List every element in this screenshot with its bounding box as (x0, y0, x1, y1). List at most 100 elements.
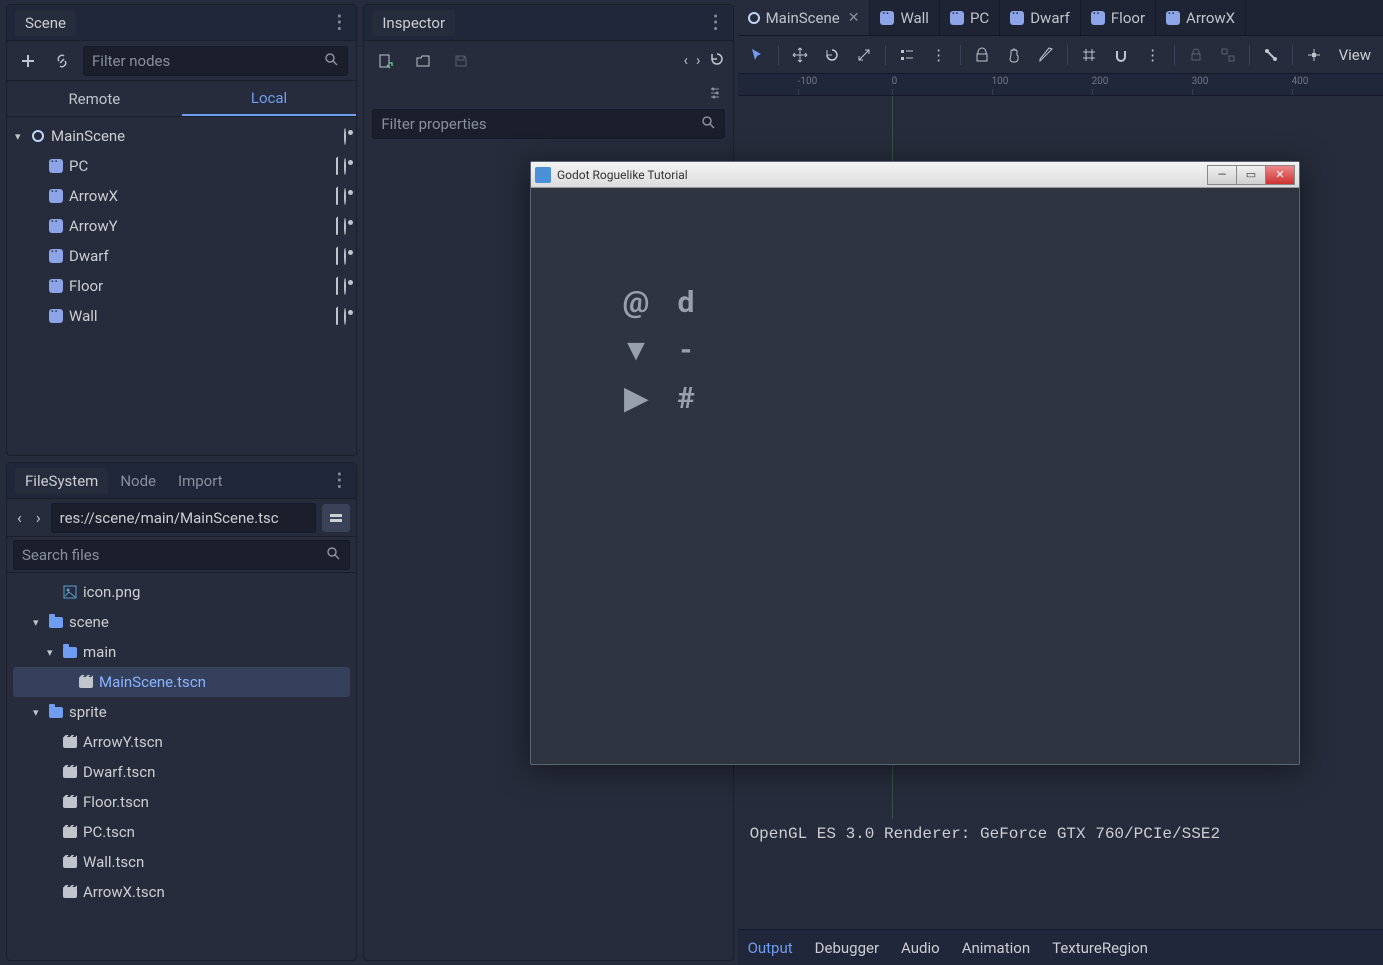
object-properties-icon[interactable] (707, 85, 723, 105)
path-input[interactable]: res://scene/main/MainScene.tsc (51, 503, 317, 533)
scene-node-pc[interactable]: PC (13, 151, 350, 181)
open-scene-icon[interactable] (336, 189, 338, 204)
fs-item-arrowy-tscn[interactable]: ArrowY.tscn (13, 727, 350, 757)
inspector-menu-icon[interactable]: ⋮ (707, 12, 725, 33)
bottom-tab-textureregion[interactable]: TextureRegion (1052, 939, 1148, 957)
inspector-tab[interactable]: Inspector (372, 10, 455, 36)
snap-toggle-icon[interactable] (1108, 42, 1134, 68)
open-scene-icon[interactable] (336, 249, 338, 264)
scene-tab-floor[interactable]: Floor (1081, 0, 1156, 35)
scene-tab-arrowx[interactable]: ArrowX (1156, 0, 1246, 35)
fs-item-main[interactable]: ▾main (13, 637, 350, 667)
visibility-icon[interactable] (344, 159, 346, 174)
visibility-icon[interactable] (344, 279, 346, 294)
fs-item-wall-tscn[interactable]: Wall.tscn (13, 847, 350, 877)
scene-node-mainscene[interactable]: ▾MainScene (13, 121, 350, 151)
fs-item-dwarf-tscn[interactable]: Dwarf.tscn (13, 757, 350, 787)
visibility-icon[interactable] (344, 249, 346, 264)
fs-item-pc-tscn[interactable]: PC.tscn (13, 817, 350, 847)
pan-tool[interactable] (1001, 42, 1027, 68)
ruler-tool[interactable] (1033, 42, 1059, 68)
snap-grid-icon[interactable] (1076, 42, 1102, 68)
fs-item-arrowx-tscn[interactable]: ArrowX.tscn (13, 877, 350, 907)
node-label: ArrowX (69, 187, 336, 205)
game-window-titlebar[interactable]: Godot Roguelike Tutorial — ▭ ✕ (531, 162, 1299, 188)
view-menu[interactable]: View (1333, 46, 1377, 64)
open-scene-icon[interactable] (336, 219, 338, 234)
scene-file-icon (61, 853, 79, 871)
scene-file-icon (61, 733, 79, 751)
game-window[interactable]: Godot Roguelike Tutorial — ▭ ✕ @d▼-▶# (530, 161, 1300, 765)
scene-filter-input[interactable]: Filter nodes (83, 46, 348, 76)
scene-tab-mainscene[interactable]: MainScene✕ (738, 0, 871, 35)
scale-tool[interactable] (851, 42, 877, 68)
scene-tab-pc[interactable]: PC (940, 0, 1000, 35)
visibility-icon[interactable] (344, 219, 346, 234)
node-tab[interactable]: Node (110, 468, 166, 494)
fs-item-scene[interactable]: ▾scene (13, 607, 350, 637)
bottom-tab-debugger[interactable]: Debugger (815, 939, 879, 957)
bottom-tab-output[interactable]: Output (748, 939, 793, 957)
minimize-button[interactable]: — (1207, 165, 1237, 185)
open-scene-icon[interactable] (336, 309, 338, 324)
bottom-tab-animation[interactable]: Animation (962, 939, 1030, 957)
fs-item-mainscene-tscn[interactable]: MainScene.tscn (13, 667, 350, 697)
path-forward[interactable]: › (32, 506, 45, 529)
fs-item-floor-tscn[interactable]: Floor.tscn (13, 787, 350, 817)
import-tab[interactable]: Import (168, 468, 233, 494)
move-tool[interactable] (787, 42, 813, 68)
history-menu[interactable] (709, 51, 725, 71)
list-select-tool[interactable] (894, 42, 920, 68)
snap-menu-icon[interactable]: ⋮ (1140, 42, 1166, 68)
path-back[interactable]: ‹ (13, 506, 26, 529)
inspector-filter-input[interactable]: Filter properties (372, 109, 724, 139)
scene-tab-wall[interactable]: Wall (870, 0, 940, 35)
link-button[interactable] (49, 48, 75, 74)
lock-icon[interactable] (1183, 42, 1209, 68)
search-placeholder: Search files (22, 546, 99, 564)
load-resource-button[interactable] (410, 48, 436, 74)
file-label: scene (69, 613, 346, 631)
visibility-icon[interactable] (344, 189, 346, 204)
filesystem-search-input[interactable]: Search files (13, 540, 350, 570)
open-scene-icon[interactable] (336, 279, 338, 294)
tab-label: ArrowX (1186, 9, 1235, 27)
new-resource-button[interactable] (372, 48, 398, 74)
local-tab[interactable]: Local (182, 81, 357, 116)
bone-icon[interactable] (1258, 42, 1284, 68)
close-tab-icon[interactable]: ✕ (848, 10, 860, 26)
bottom-tab-audio[interactable]: Audio (901, 939, 940, 957)
grid-view-toggle[interactable] (322, 504, 350, 532)
scene-tab[interactable]: Scene (15, 10, 76, 36)
filesystem-tab[interactable]: FileSystem (15, 468, 108, 494)
add-node-button[interactable] (15, 48, 41, 74)
file-label: MainScene.tscn (99, 673, 346, 691)
output-console-area[interactable] (738, 849, 1383, 929)
filesystem-menu-icon[interactable]: ⋮ (330, 470, 348, 491)
open-scene-icon[interactable] (336, 159, 338, 174)
fs-item-sprite[interactable]: ▾sprite (13, 697, 350, 727)
rotate-tool[interactable] (819, 42, 845, 68)
scene-panel-menu-icon[interactable]: ⋮ (330, 12, 348, 33)
fs-item-icon-png[interactable]: icon.png (13, 577, 350, 607)
save-resource-button[interactable] (448, 48, 474, 74)
visibility-icon[interactable] (344, 309, 346, 324)
close-button[interactable]: ✕ (1265, 165, 1295, 185)
snap-options-icon[interactable]: ⋮ (926, 42, 952, 68)
scene-node-floor[interactable]: Floor (13, 271, 350, 301)
anchor-icon[interactable] (1301, 42, 1327, 68)
history-forward[interactable]: › (696, 51, 701, 71)
game-window-title: Godot Roguelike Tutorial (557, 168, 688, 182)
scene-node-wall[interactable]: Wall (13, 301, 350, 331)
scene-node-arrowx[interactable]: ArrowX (13, 181, 350, 211)
scene-node-arrowy[interactable]: ArrowY (13, 211, 350, 241)
select-tool[interactable] (744, 42, 770, 68)
history-back[interactable]: ‹ (684, 51, 689, 71)
maximize-button[interactable]: ▭ (1236, 165, 1266, 185)
visibility-icon[interactable] (344, 129, 346, 144)
group-icon[interactable] (1215, 42, 1241, 68)
remote-tab[interactable]: Remote (7, 81, 182, 116)
scene-node-dwarf[interactable]: Dwarf (13, 241, 350, 271)
scene-tab-dwarf[interactable]: Dwarf (1000, 0, 1081, 35)
lock-selection-icon[interactable] (969, 42, 995, 68)
